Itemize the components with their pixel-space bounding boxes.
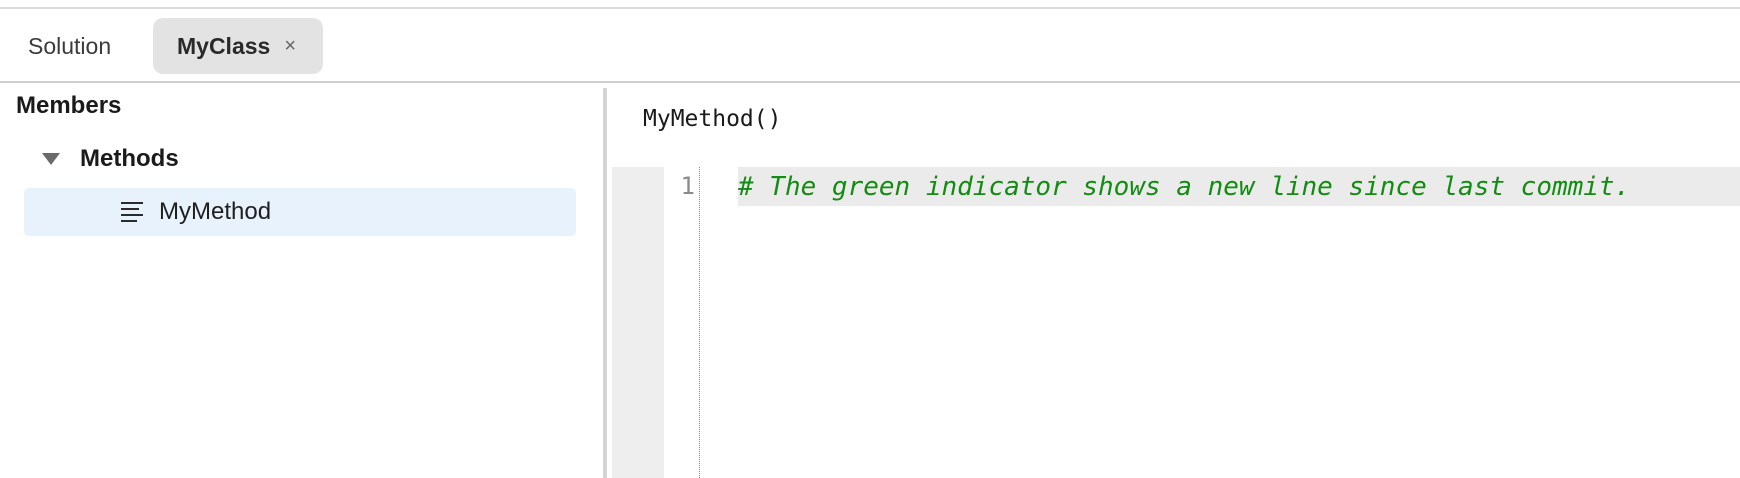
close-icon[interactable]: × <box>284 35 296 58</box>
code-editor[interactable]: 1 # The green indicator shows a new line… <box>612 167 1740 478</box>
tab-myclass[interactable]: MyClass × <box>153 18 323 74</box>
tree-item-mymethod[interactable]: MyMethod <box>24 188 576 236</box>
tab-solution-label: Solution <box>28 32 112 59</box>
tab-myclass-label: MyClass <box>177 32 271 59</box>
tree-group-methods[interactable]: Methods <box>24 141 179 177</box>
method-signature: MyMethod() <box>643 106 782 132</box>
members-title: Members <box>16 92 122 119</box>
line-number-gutter: 1 <box>664 167 700 478</box>
change-indicator-gutter <box>612 167 664 478</box>
tab-solution[interactable]: Solution <box>10 18 129 74</box>
editor-pane: MyMethod() 1 # The green indicator shows… <box>607 85 1740 478</box>
tree-item-label: MyMethod <box>159 198 272 225</box>
triangle-down-icon[interactable] <box>42 153 60 165</box>
code-comment: # The green indicator shows a new line s… <box>738 171 1631 202</box>
tree-group-label: Methods <box>80 145 179 172</box>
tab-bar: Solution MyClass × <box>0 9 1740 83</box>
members-panel: Members Methods MyMethod <box>0 85 603 478</box>
line-number: 1 <box>680 172 695 200</box>
window-top-border <box>0 0 1740 9</box>
code-line[interactable]: # The green indicator shows a new line s… <box>738 167 1740 206</box>
lines-icon <box>121 202 143 222</box>
